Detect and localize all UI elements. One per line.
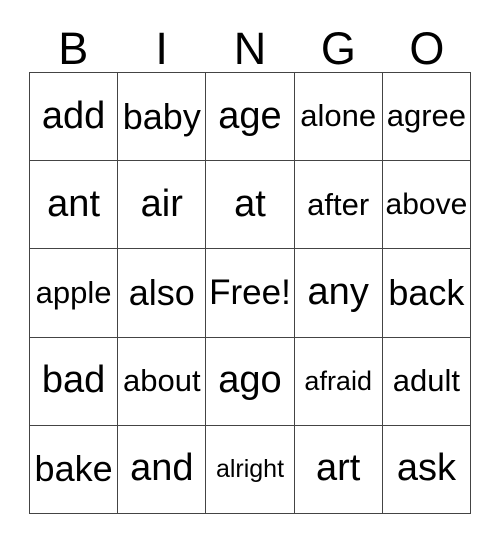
- bingo-cell-r2c2[interactable]: air: [118, 161, 207, 250]
- bingo-cell-label: ant: [47, 182, 100, 225]
- bingo-cell-r2c4[interactable]: after: [294, 161, 383, 250]
- bingo-cell-label: ago: [218, 359, 282, 402]
- bingo-cell-r5c1[interactable]: bake: [30, 425, 119, 514]
- bingo-cell-r5c5[interactable]: ask: [382, 425, 471, 514]
- bingo-cell-r4c4[interactable]: afraid: [294, 337, 383, 426]
- bingo-cell-r3c2[interactable]: also: [118, 249, 207, 338]
- bingo-cell-r2c1[interactable]: ant: [30, 161, 119, 250]
- bingo-cell-label: add: [41, 94, 106, 137]
- header-letter-i: I: [155, 23, 168, 74]
- bingo-cell-label: at: [234, 182, 266, 225]
- bingo-cell-label: also: [128, 272, 195, 314]
- bingo-cell-r3c1[interactable]: apple: [30, 249, 119, 338]
- header-letter-b: B: [58, 23, 89, 74]
- header-letter-o: O: [409, 23, 445, 74]
- header-letter-n: N: [233, 23, 267, 74]
- bingo-cell-r4c5[interactable]: adult: [382, 337, 471, 426]
- bingo-cell-r3c4[interactable]: any: [294, 249, 383, 338]
- bingo-cell-label: any: [307, 271, 369, 314]
- bingo-grid: add baby age alone agree ant air at afte…: [29, 72, 471, 514]
- bingo-cell-r1c4[interactable]: alone: [294, 73, 383, 162]
- bingo-cell-label: adult: [392, 362, 460, 398]
- bingo-cell-r4c3[interactable]: ago: [206, 337, 295, 426]
- bingo-cell-label: baby: [122, 95, 201, 137]
- bingo-cell-label: above: [385, 188, 468, 222]
- bingo-cell-label: age: [218, 94, 282, 137]
- bingo-cell-r1c1[interactable]: add: [30, 73, 119, 162]
- bingo-cell-r1c5[interactable]: agree: [382, 73, 471, 162]
- bingo-cell-r2c5[interactable]: above: [382, 161, 471, 250]
- bingo-cell-r1c3[interactable]: age: [206, 73, 295, 162]
- bingo-cell-r5c3[interactable]: alright: [206, 425, 295, 514]
- bingo-cell-label: about: [123, 362, 201, 398]
- bingo-cell-r2c3[interactable]: at: [206, 161, 295, 250]
- header-letter-g: G: [320, 23, 356, 74]
- bingo-cell-free-space[interactable]: Free!: [206, 249, 295, 338]
- bingo-cell-r5c2[interactable]: and: [118, 425, 207, 514]
- bingo-cell-label: apple: [35, 274, 112, 310]
- free-space-label: Free!: [209, 272, 291, 312]
- bingo-cell-label: agree: [386, 98, 467, 134]
- bingo-cell-label: afraid: [304, 366, 372, 397]
- bingo-cell-r3c5[interactable]: back: [382, 249, 471, 338]
- bingo-cell-label: after: [307, 186, 370, 222]
- bingo-cell-r1c2[interactable]: baby: [118, 73, 207, 162]
- bingo-cell-label: ask: [396, 447, 456, 490]
- bingo-cell-label: art: [316, 447, 361, 490]
- bingo-header-row: B I N G O: [29, 22, 471, 72]
- bingo-cell-label: air: [140, 182, 183, 225]
- bingo-cell-r4c2[interactable]: about: [118, 337, 207, 426]
- bingo-cell-r5c4[interactable]: art: [294, 425, 383, 514]
- bingo-cell-r4c1[interactable]: bad: [30, 337, 119, 426]
- bingo-cell-label: bake: [34, 448, 113, 490]
- bingo-cell-label: and: [130, 447, 194, 490]
- bingo-cell-label: alone: [300, 98, 377, 134]
- bingo-cell-label: alright: [215, 455, 285, 484]
- bingo-card: B I N G O add baby age alone agree ant a…: [0, 0, 500, 544]
- bingo-cell-label: back: [388, 272, 465, 314]
- bingo-cell-label: bad: [41, 359, 106, 402]
